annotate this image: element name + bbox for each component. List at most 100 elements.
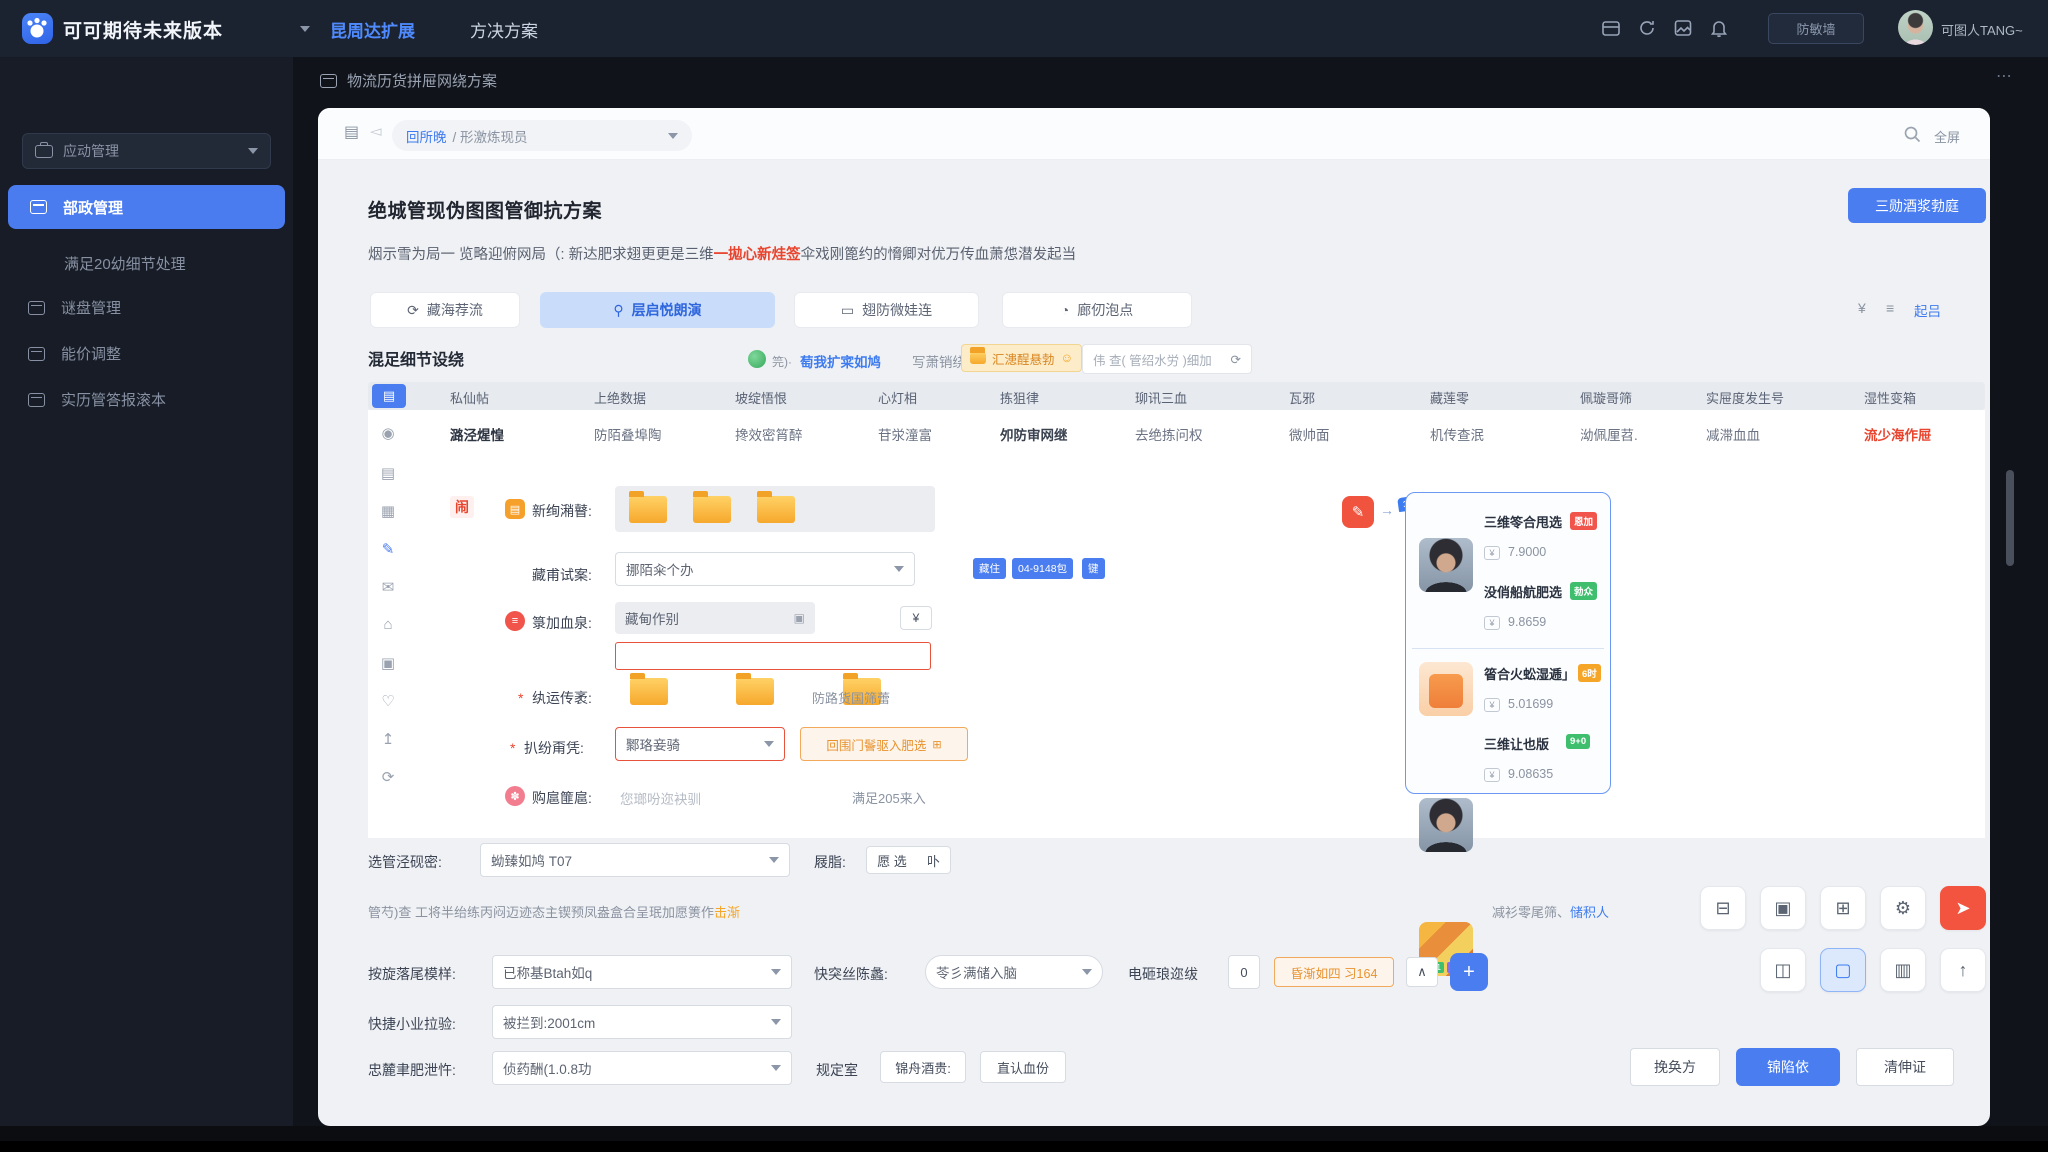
folder-icon[interactable]	[629, 490, 667, 523]
item-title[interactable]: 箵合火蚣湿逓」	[1484, 664, 1575, 683]
breadcrumb[interactable]: 物流历货拼屉网绕方案	[320, 70, 497, 91]
calendar-fab[interactable]: ⊞	[1820, 886, 1866, 930]
refresh-icon[interactable]: ⟳	[1231, 352, 1241, 367]
folder-icon[interactable]	[630, 673, 668, 705]
add-button[interactable]: +	[1450, 953, 1488, 991]
option-button-a[interactable]: 愿 选	[866, 846, 918, 874]
search-input[interactable]: 伟 查( 管绍水労 )细加 ⟳	[1082, 344, 1252, 374]
component-select[interactable]: 侦药酬(1.0.8功	[492, 1051, 792, 1085]
tab-config[interactable]: ⚲ 层启悦朗演	[540, 292, 775, 328]
column-header[interactable]: 心灯相	[878, 388, 917, 407]
rail-panel-icon[interactable]: ▣	[376, 654, 400, 672]
product-caret-icon[interactable]	[300, 26, 310, 32]
sidebar-item-pricing[interactable]: 能价调整	[28, 343, 121, 364]
column-header[interactable]: 瓦邪	[1289, 388, 1315, 407]
folder-icon[interactable]	[757, 490, 795, 523]
settings-fab[interactable]: ⚙	[1880, 886, 1926, 930]
env-button[interactable]: 防敏墙	[1768, 13, 1864, 44]
orange-action-button[interactable]: 昏渐如四 习164	[1274, 957, 1394, 987]
notice-right-link[interactable]: 储积人	[1570, 905, 1609, 920]
attachment-box[interactable]	[615, 486, 935, 532]
fullscreen-button[interactable]: 全屏	[1934, 127, 1960, 146]
column-header[interactable]: 珋讯三血	[1135, 388, 1187, 407]
tag-badge[interactable]: 键	[1082, 558, 1105, 579]
message-placeholder[interactable]: 您瑯吩迩袂驯	[620, 788, 701, 808]
tab-points[interactable]: ◔ 廊仞泡点	[1002, 292, 1192, 328]
item-thumbnail[interactable]	[1419, 798, 1473, 852]
option-button-b[interactable]: 卟	[917, 846, 951, 874]
pipeline-select[interactable]: 蚴臻如鸠 T07	[480, 843, 790, 877]
column-header[interactable]: 佩璇哥筛	[1580, 388, 1632, 407]
rail-upload-icon[interactable]: ↥	[376, 730, 400, 748]
mode-select[interactable]: 鄹珞妾骑	[615, 727, 785, 761]
rail-rows-icon[interactable]: ▤	[376, 464, 400, 482]
tag-badge[interactable]: 04-9148包	[1012, 558, 1074, 579]
edit-pencil-button[interactable]: ✎	[1342, 496, 1374, 528]
section-link-secondary[interactable]: 写萧销绕	[912, 351, 966, 371]
table-view-icon[interactable]: ▤	[372, 384, 406, 408]
search-icon[interactable]	[1902, 124, 1922, 149]
item-thumbnail[interactable]	[1419, 538, 1473, 592]
folder-icon[interactable]	[736, 673, 775, 705]
column-header[interactable]: 湿性变箱	[1864, 388, 1916, 407]
user-avatar[interactable]	[1898, 10, 1933, 45]
view-filter-select[interactable]: 回所晚 / 形激炼现员	[392, 120, 692, 151]
case-select[interactable]: 挪陌籴个办	[615, 552, 915, 586]
vertical-scrollbar[interactable]	[2006, 470, 2014, 566]
template-select[interactable]: 已称基Btah如q	[492, 955, 792, 989]
quantity-input[interactable]: 0	[1228, 955, 1260, 989]
column-header[interactable]: 藏莲零	[1430, 388, 1469, 407]
clear-button[interactable]: 清伸证	[1856, 1048, 1954, 1086]
expand-link[interactable]: 起吕	[1914, 300, 1941, 320]
calendar-icon[interactable]	[1600, 17, 1622, 39]
sidebar-item-dispatch[interactable]: 部政管理	[8, 185, 285, 229]
section-link[interactable]: 萄我扩寀如鸠	[800, 351, 881, 371]
more-dots-icon[interactable]: ⋯	[1996, 66, 2012, 86]
pointer-fab[interactable]: ➤	[1940, 886, 1986, 930]
folder-icon[interactable]	[693, 490, 731, 523]
shortcut-select[interactable]: 苓彡满储入脑	[925, 955, 1103, 989]
nav-item-extensions[interactable]: 昆周达扩展	[330, 17, 415, 42]
rail-refresh-icon[interactable]: ⟳	[376, 768, 400, 786]
reset-button[interactable]: 挽奂方	[1630, 1048, 1720, 1086]
orange-tag[interactable]: 汇漶酲悬勃 ☺	[961, 344, 1083, 372]
list-icon[interactable]: ▤	[344, 122, 359, 142]
rail-favorite-icon[interactable]: ♡	[376, 692, 400, 710]
column-header[interactable]: 上绝数据	[594, 388, 646, 407]
tab-network[interactable]: ▭ 翅防微娃连	[794, 292, 979, 328]
column-header[interactable]: 坡绽悟恨	[735, 388, 787, 407]
column-header[interactable]: 实屉度发生号	[1706, 388, 1784, 407]
tab-source[interactable]: ⟳ 藏海荐流	[370, 292, 520, 328]
grid-fab[interactable]: ▥	[1880, 948, 1926, 992]
rule-button-b[interactable]: 直认血份	[980, 1051, 1066, 1083]
item-title[interactable]: 三维让也版	[1484, 734, 1549, 753]
rail-home-icon[interactable]: ⌂	[376, 616, 400, 633]
rail-edit-icon[interactable]: ✎	[376, 540, 400, 558]
quick-check-select[interactable]: 被拦到:2001cm	[492, 1005, 792, 1039]
currency-icon[interactable]: ¥	[1858, 300, 1866, 316]
import-button[interactable]: 回围门鬠驱入肥选 ⊞	[800, 727, 968, 761]
menu-icon[interactable]: ≡	[1886, 300, 1894, 316]
error-input[interactable]	[615, 642, 931, 670]
rail-target-icon[interactable]: ◉	[376, 424, 400, 442]
expand-input-icon[interactable]: ▣	[794, 611, 805, 625]
submit-button[interactable]: 锦陷依	[1736, 1048, 1840, 1086]
create-plan-button[interactable]: 三勋酒浆勃庭	[1848, 188, 1986, 223]
board-fab[interactable]: ▣	[1760, 886, 1806, 930]
username[interactable]: 可图人TANG~	[1941, 20, 2023, 39]
collapse-button[interactable]: ∧	[1406, 957, 1438, 987]
sidebar-item-reports[interactable]: 实历管答报滚本	[28, 389, 166, 410]
rail-grid-icon[interactable]: ▦	[376, 502, 400, 520]
bell-icon[interactable]	[1708, 17, 1730, 39]
tag-badge[interactable]: 藏住	[973, 558, 1006, 579]
nav-item-solutions[interactable]: 方决方案	[470, 17, 538, 42]
print-fab[interactable]: ⊟	[1700, 886, 1746, 930]
item-title[interactable]: 没俏船航肥选	[1484, 582, 1562, 601]
column-header[interactable]: 拣狙律	[1000, 388, 1039, 407]
workspace-select[interactable]: 应动管理	[22, 133, 271, 169]
rule-button-a[interactable]: 锦舟酒贵:	[880, 1051, 966, 1083]
currency-mini-button[interactable]: ¥	[900, 606, 932, 630]
notice-link-orange[interactable]: 击渐	[714, 905, 740, 920]
item-title[interactable]: 三维笭合甩选	[1484, 512, 1562, 531]
image-icon[interactable]	[1672, 17, 1694, 39]
